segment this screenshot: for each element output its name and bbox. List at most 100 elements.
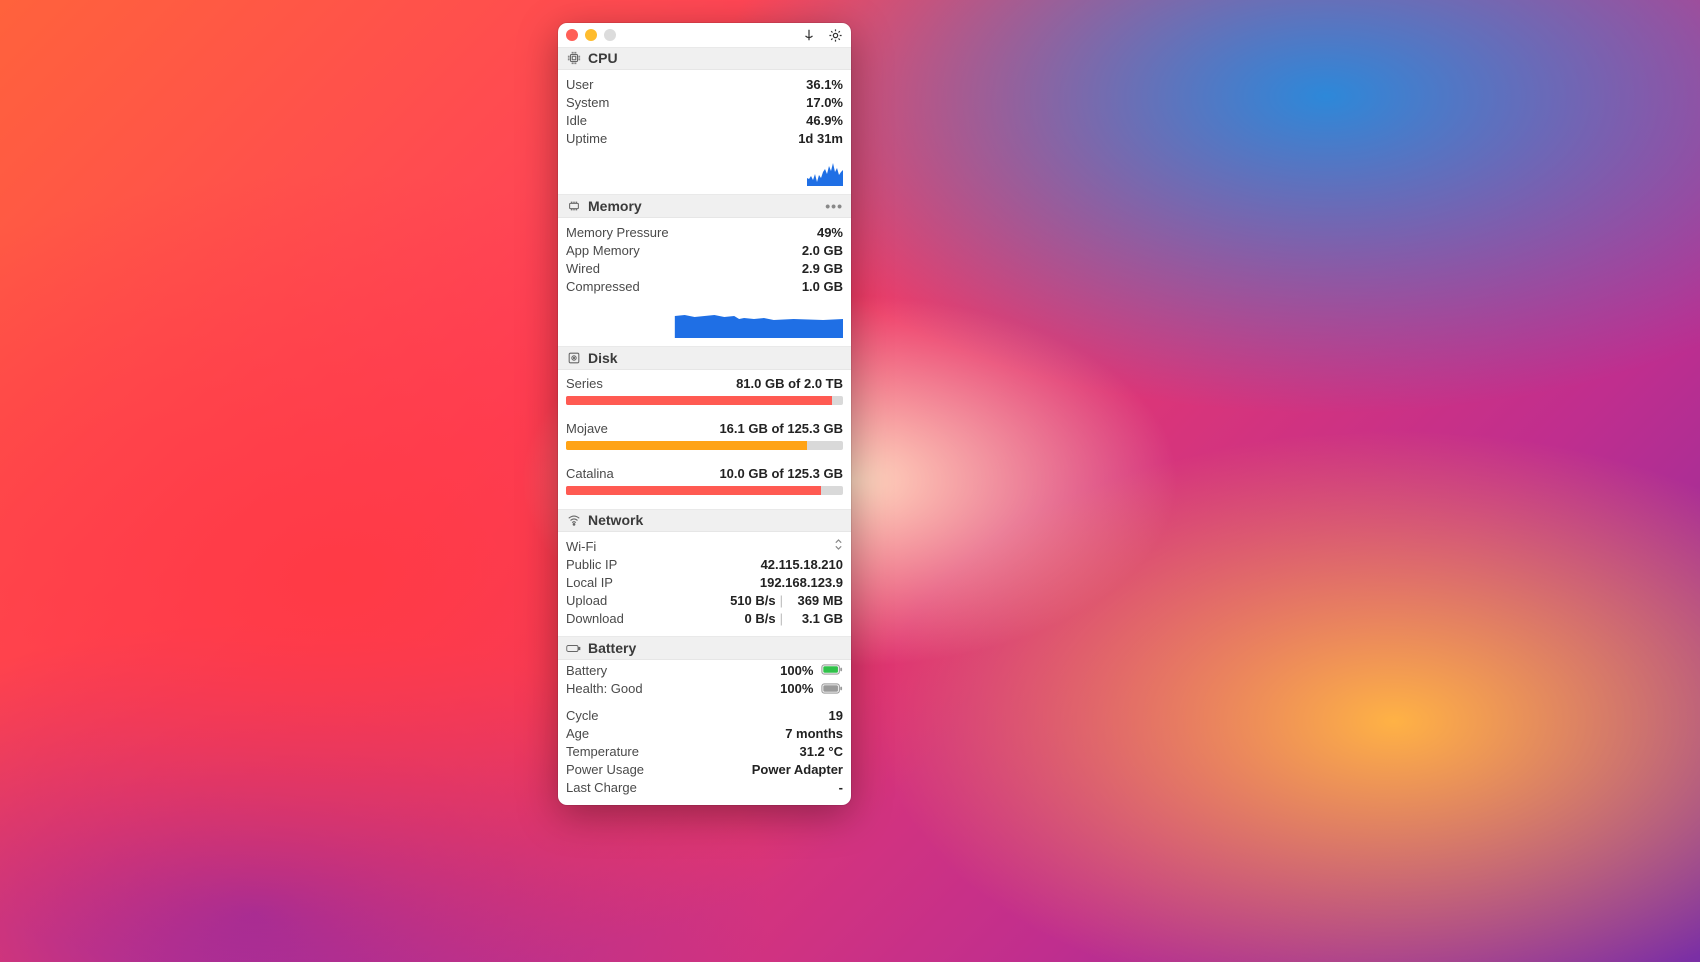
row-value: 1d 31m bbox=[798, 130, 843, 148]
row-label: Cycle bbox=[566, 707, 829, 725]
row-label: Last Charge bbox=[566, 779, 839, 797]
section-header-cpu[interactable]: CPU bbox=[558, 47, 851, 71]
row-value: 100% bbox=[780, 680, 843, 699]
stats-panel: CPU User 36.1% System 17.0% Idle 46.9% U… bbox=[558, 23, 851, 805]
memory-app-row: App Memory 2.0 GB bbox=[566, 242, 843, 260]
wifi-icon bbox=[566, 513, 581, 528]
row-value: 42.115.18.210 bbox=[761, 556, 843, 574]
battery-cycle-row: Cycle 19 bbox=[566, 707, 843, 725]
network-rows: Wi-Fi Public IP 42.115.18.210 Local IP 1… bbox=[558, 532, 851, 636]
cpu-sparkline bbox=[558, 156, 851, 194]
section-title: Memory bbox=[588, 198, 642, 214]
row-value: 19 bbox=[829, 707, 843, 725]
row-label: System bbox=[566, 94, 806, 112]
disk-bar bbox=[566, 486, 843, 495]
network-public-ip-row: Public IP 42.115.18.210 bbox=[566, 556, 843, 574]
disk-bar bbox=[566, 441, 843, 450]
cpu-rows: User 36.1% System 17.0% Idle 46.9% Uptim… bbox=[558, 70, 851, 156]
battery-icon bbox=[566, 641, 581, 656]
upload-rate: 510 B/s bbox=[720, 592, 776, 610]
cpu-system-row: System 17.0% bbox=[566, 94, 843, 112]
disk-name: Catalina bbox=[566, 466, 719, 481]
cpu-uptime-row: Uptime 1d 31m bbox=[566, 130, 843, 148]
row-label: Health: Good bbox=[566, 680, 780, 698]
row-label: Public IP bbox=[566, 556, 761, 574]
battery-full-grey-icon bbox=[821, 681, 843, 699]
row-label: Local IP bbox=[566, 574, 760, 592]
row-label: Upload bbox=[566, 592, 720, 610]
disk-volume-series: Series 81.0 GB of 2.0 TB bbox=[558, 370, 851, 415]
gear-icon[interactable] bbox=[827, 27, 843, 43]
window-close-button[interactable] bbox=[566, 29, 578, 41]
section-title: CPU bbox=[588, 50, 618, 66]
row-value: 49% bbox=[817, 224, 843, 242]
pin-icon[interactable] bbox=[801, 27, 817, 43]
memory-pressure-row: Memory Pressure 49% bbox=[566, 224, 843, 242]
disk-volume-catalina: Catalina 10.0 GB of 125.3 GB bbox=[558, 460, 851, 509]
cpu-idle-row: Idle 46.9% bbox=[566, 112, 843, 130]
row-value: 100% bbox=[780, 662, 843, 681]
disk-bar bbox=[566, 396, 843, 405]
chevron-updown-icon bbox=[834, 538, 843, 556]
row-value: 192.168.123.9 bbox=[760, 574, 843, 592]
cpu-user-row: User 36.1% bbox=[566, 76, 843, 94]
row-value: 2.9 GB bbox=[802, 260, 843, 278]
row-label: Memory Pressure bbox=[566, 224, 817, 242]
more-icon[interactable]: ••• bbox=[825, 198, 843, 214]
download-total: 3.1 GB bbox=[787, 610, 843, 628]
battery-temp-row: Temperature 31.2 °C bbox=[566, 743, 843, 761]
window-zoom-button[interactable] bbox=[604, 29, 616, 41]
disk-icon bbox=[566, 350, 581, 365]
row-label: Idle bbox=[566, 112, 806, 130]
cpu-icon bbox=[566, 51, 581, 66]
row-label: Age bbox=[566, 725, 785, 743]
battery-full-green-icon bbox=[821, 662, 843, 680]
memory-icon bbox=[566, 199, 581, 214]
separator: | bbox=[780, 592, 783, 610]
upload-total: 369 MB bbox=[787, 592, 843, 610]
section-title: Battery bbox=[588, 640, 636, 656]
separator: | bbox=[780, 610, 783, 628]
row-value: 2.0 GB bbox=[802, 242, 843, 260]
network-interface: Wi-Fi bbox=[566, 538, 834, 556]
network-local-ip-row: Local IP 192.168.123.9 bbox=[566, 574, 843, 592]
row-label: Temperature bbox=[566, 743, 799, 761]
memory-graph bbox=[566, 306, 843, 338]
section-header-battery[interactable]: Battery bbox=[558, 636, 851, 660]
memory-wired-row: Wired 2.9 GB bbox=[566, 260, 843, 278]
network-interface-row[interactable]: Wi-Fi bbox=[566, 538, 843, 556]
network-upload-row: Upload 510 B/s | 369 MB bbox=[566, 592, 843, 610]
memory-rows: Memory Pressure 49% App Memory 2.0 GB Wi… bbox=[558, 218, 851, 304]
row-label: User bbox=[566, 76, 806, 94]
row-label: Download bbox=[566, 610, 720, 628]
row-label: Wired bbox=[566, 260, 802, 278]
row-value: Power Adapter bbox=[752, 761, 843, 779]
network-download-row: Download 0 B/s | 3.1 GB bbox=[566, 610, 843, 628]
disk-value: 16.1 GB of 125.3 GB bbox=[719, 421, 843, 436]
section-header-memory[interactable]: Memory ••• bbox=[558, 194, 851, 218]
battery-rows: Battery 100% Health: Good 100% bbox=[558, 660, 851, 805]
row-label: Uptime bbox=[566, 130, 798, 148]
disk-name: Mojave bbox=[566, 421, 719, 436]
row-value: - bbox=[839, 779, 843, 797]
disk-volume-mojave: Mojave 16.1 GB of 125.3 GB bbox=[558, 415, 851, 460]
row-value: 31.2 °C bbox=[799, 743, 843, 761]
window-minimize-button[interactable] bbox=[585, 29, 597, 41]
disk-value: 81.0 GB of 2.0 TB bbox=[736, 376, 843, 391]
row-value: 1.0 GB bbox=[802, 278, 843, 296]
disk-name: Series bbox=[566, 376, 736, 391]
memory-compressed-row: Compressed 1.0 GB bbox=[566, 278, 843, 296]
battery-health-row: Health: Good 100% bbox=[566, 680, 843, 699]
row-label: Battery bbox=[566, 662, 780, 680]
battery-charge-row: Battery 100% bbox=[566, 662, 843, 681]
section-header-network[interactable]: Network bbox=[558, 509, 851, 533]
section-title: Network bbox=[588, 512, 643, 528]
battery-power-row: Power Usage Power Adapter bbox=[566, 761, 843, 779]
row-value: 17.0% bbox=[806, 94, 843, 112]
section-header-disk[interactable]: Disk bbox=[558, 346, 851, 370]
battery-lastcharge-row: Last Charge - bbox=[566, 779, 843, 797]
row-label: Power Usage bbox=[566, 761, 752, 779]
row-label: App Memory bbox=[566, 242, 802, 260]
row-label: Compressed bbox=[566, 278, 802, 296]
desktop-background: CPU User 36.1% System 17.0% Idle 46.9% U… bbox=[0, 0, 1700, 962]
